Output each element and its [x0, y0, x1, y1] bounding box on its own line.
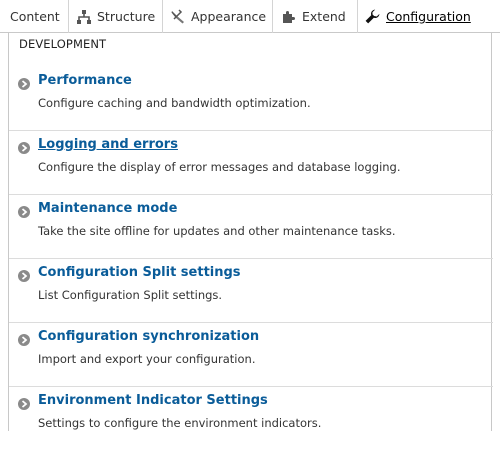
- item-description: Configure the display of error messages …: [38, 160, 401, 174]
- configuration-synchronization-link[interactable]: Configuration synchronization: [38, 329, 259, 344]
- tab-extend-label: Extend: [302, 9, 346, 24]
- chevron-right-icon: [17, 332, 31, 346]
- chevron-right-icon: [17, 268, 31, 282]
- structure-icon: [76, 8, 92, 25]
- list-item: Logging and errors Configure the display…: [9, 131, 493, 195]
- wrench-icon: [364, 8, 381, 25]
- tab-structure[interactable]: Structure: [69, 0, 163, 33]
- item-description: Settings to configure the environment in…: [38, 416, 322, 430]
- item-description: Take the site offline for updates and ot…: [38, 224, 396, 238]
- paintbrush-icon: [170, 8, 186, 25]
- tab-configuration-label: Configuration: [386, 9, 471, 24]
- chevron-right-icon: [17, 140, 31, 154]
- item-description: Import and export your configuration.: [38, 352, 256, 366]
- chevron-right-icon: [17, 396, 31, 410]
- configuration-split-settings-link[interactable]: Configuration Split settings: [38, 265, 241, 280]
- tab-appearance-label: Appearance: [191, 9, 267, 24]
- development-panel: DEVELOPMENT Performance Configure cachin…: [8, 33, 493, 431]
- tab-appearance[interactable]: Appearance: [163, 0, 273, 33]
- environment-indicator-settings-link[interactable]: Environment Indicator Settings: [38, 393, 268, 408]
- puzzle-icon: [280, 8, 297, 25]
- tab-structure-label: Structure: [97, 9, 156, 24]
- list-item: Maintenance mode Take the site offline f…: [9, 195, 493, 259]
- tab-content[interactable]: Content: [0, 0, 69, 33]
- logging-and-errors-link[interactable]: Logging and errors: [38, 137, 178, 152]
- list-item: Configuration Split settings List Config…: [9, 259, 493, 323]
- section-title: DEVELOPMENT: [19, 37, 107, 51]
- admin-toolbar: Content Structure Appearance Extend Conf…: [0, 0, 500, 33]
- chevron-right-icon: [17, 204, 31, 218]
- list-item: Environment Indicator Settings Settings …: [9, 387, 493, 451]
- chevron-right-icon: [17, 76, 31, 90]
- performance-link[interactable]: Performance: [38, 73, 132, 88]
- item-description: List Configuration Split settings.: [38, 288, 223, 302]
- tab-content-label: Content: [10, 9, 60, 24]
- tab-extend[interactable]: Extend: [273, 0, 358, 33]
- tab-configuration[interactable]: Configuration: [358, 0, 500, 33]
- maintenance-mode-link[interactable]: Maintenance mode: [38, 201, 177, 216]
- item-description: Configure caching and bandwidth optimiza…: [38, 96, 311, 110]
- list-item: Configuration synchronization Import and…: [9, 323, 493, 387]
- list-item: Performance Configure caching and bandwi…: [9, 67, 493, 131]
